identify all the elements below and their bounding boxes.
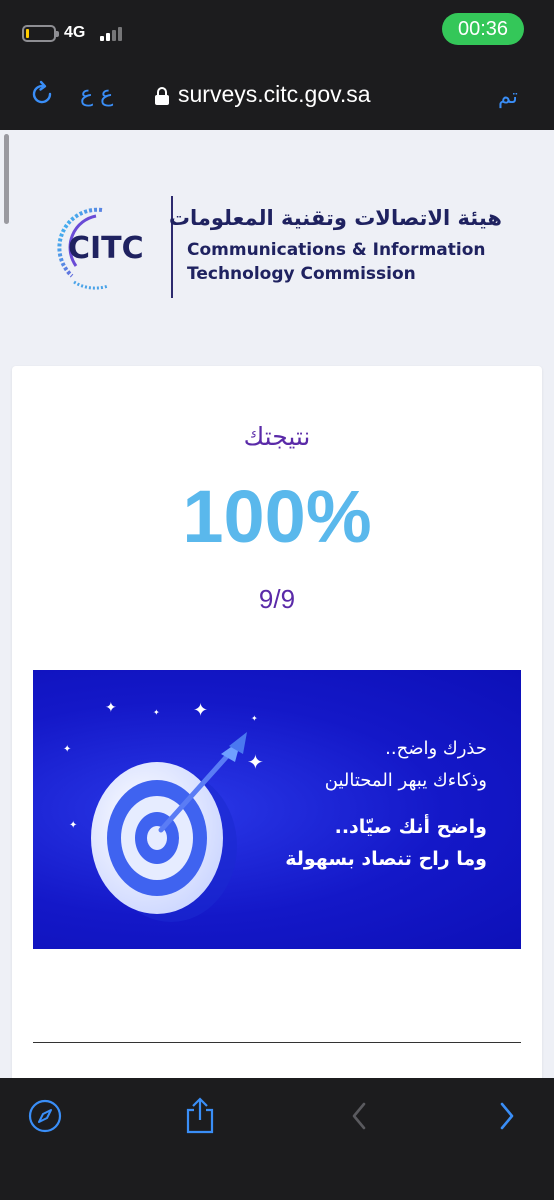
logo-english-line2: Technology Commission bbox=[187, 264, 416, 284]
result-score: 9/9 bbox=[258, 584, 296, 614]
status-time: 00:36 bbox=[442, 13, 524, 45]
result-card: نتيجتك 100% 9/9 ✦ ✦ ✦ ✦ ✦ ✦ ✦ حذرك واضح.… bbox=[12, 366, 542, 1078]
lock-icon bbox=[154, 86, 170, 106]
result-percent: 100% bbox=[182, 475, 372, 558]
forward-icon[interactable] bbox=[490, 1098, 526, 1134]
target-illustration bbox=[91, 732, 247, 922]
back-icon[interactable] bbox=[342, 1098, 378, 1134]
battery-icon bbox=[22, 25, 59, 42]
banner-line1: حذرك واضح.. bbox=[385, 738, 487, 759]
card-divider bbox=[33, 1042, 521, 1043]
result-banner: ✦ ✦ ✦ ✦ ✦ ✦ ✦ حذرك واضح.. وذكاءك يبهر ال… bbox=[33, 670, 521, 949]
result-label: نتيجتك bbox=[243, 422, 311, 451]
text-size-button[interactable]: ع ع bbox=[80, 82, 113, 107]
signal-icon bbox=[100, 27, 122, 41]
reload-icon[interactable] bbox=[28, 80, 56, 108]
network-type: 4G bbox=[64, 24, 86, 41]
banner-line4: وما راح تنصاد بسهولة bbox=[285, 848, 487, 870]
browser-toolbar bbox=[0, 1078, 554, 1200]
citc-abbr: CITC bbox=[68, 231, 144, 266]
citc-logo: CITC bbox=[48, 202, 164, 292]
banner-line2: وذكاءك يبهر المحتالين bbox=[324, 770, 487, 791]
web-page: CITC هيئة الاتصالات وتقنية المعلومات Com… bbox=[0, 130, 554, 1078]
citc-header: CITC هيئة الاتصالات وتقنية المعلومات Com… bbox=[0, 130, 554, 366]
status-bar: 4G 00:36 bbox=[0, 0, 554, 62]
logo-arabic-name: هيئة الاتصالات وتقنية المعلومات bbox=[168, 206, 502, 230]
url-field[interactable]: surveys.citc.gov.sa bbox=[178, 81, 371, 108]
logo-english-line1: Communications & Information bbox=[187, 240, 486, 260]
banner-line3: واضح أنك صيّاد.. bbox=[334, 816, 487, 838]
compass-icon[interactable] bbox=[27, 1098, 63, 1134]
browser-address-bar: ع ع surveys.citc.gov.sa تم bbox=[0, 62, 554, 130]
share-icon[interactable] bbox=[182, 1096, 218, 1134]
done-button[interactable]: تم bbox=[498, 84, 518, 108]
